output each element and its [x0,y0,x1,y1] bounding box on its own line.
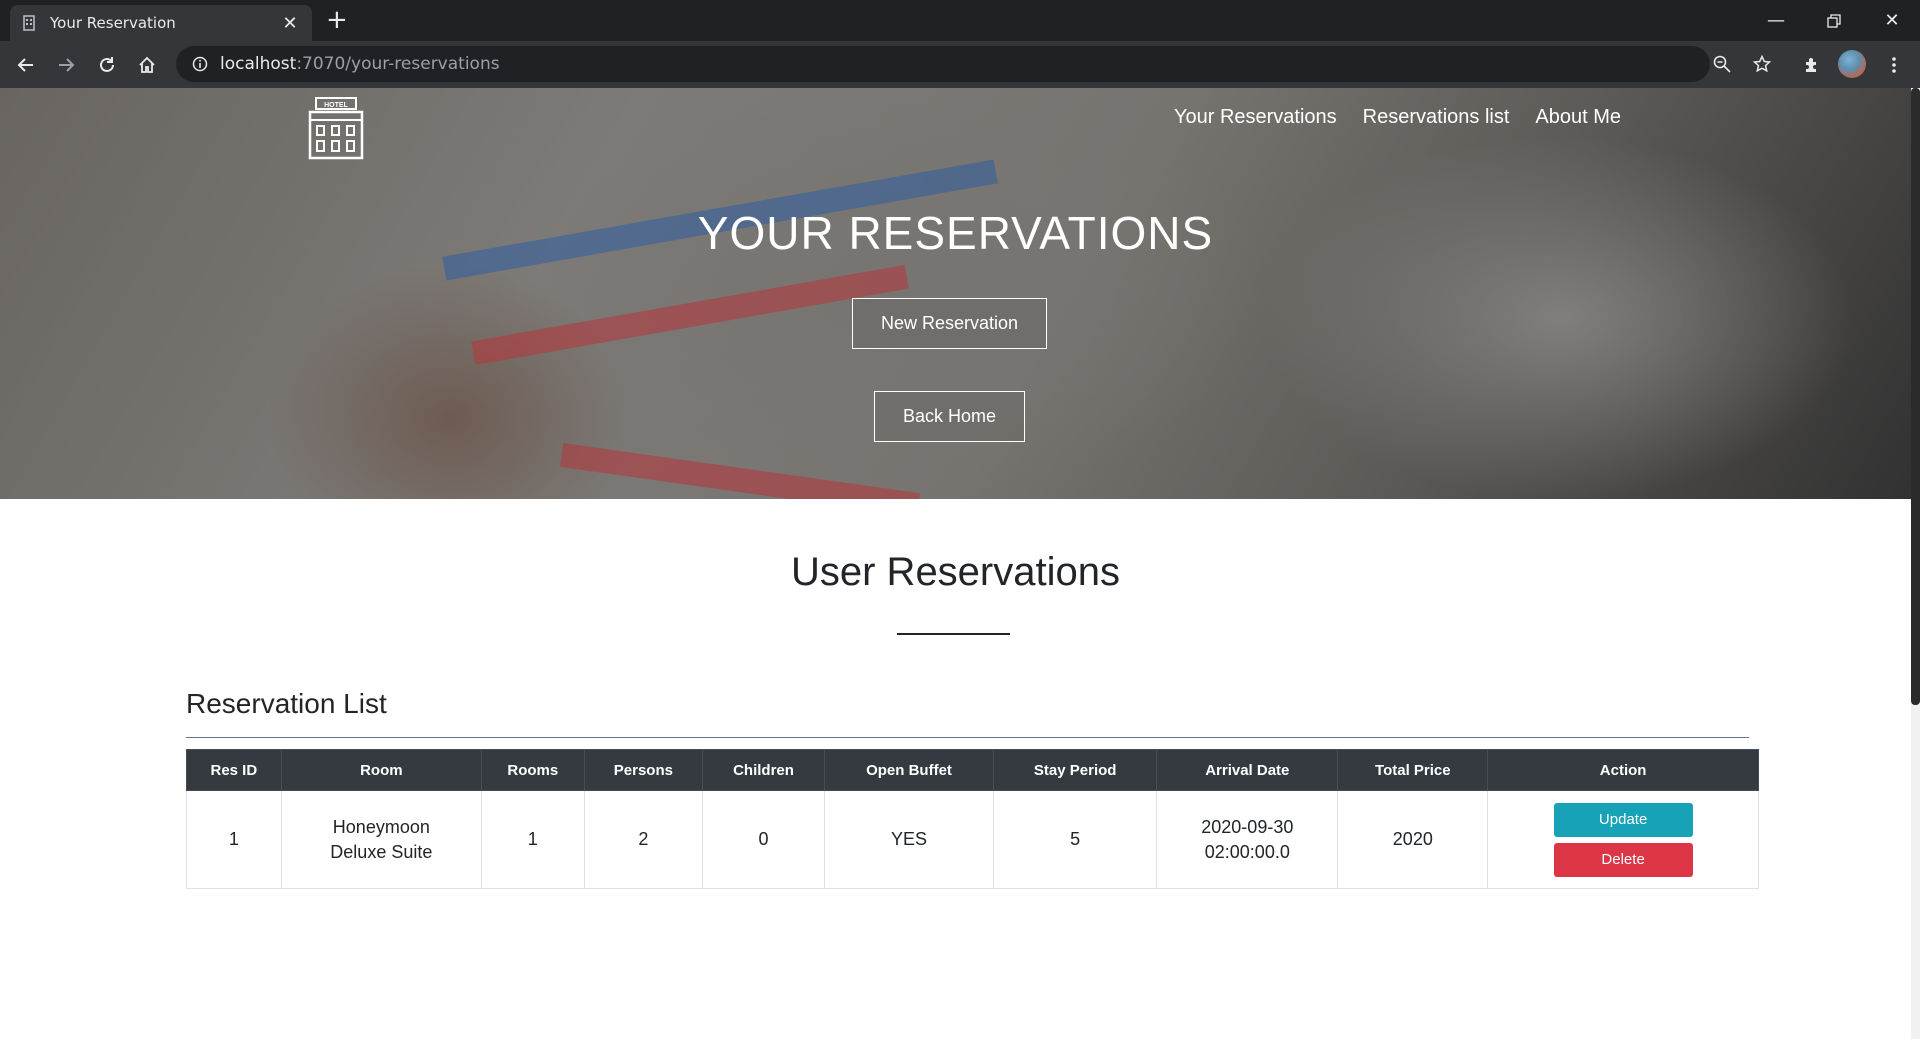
url-host: localhost [220,54,297,74]
cell-arrival-date-line1: 2020-09-30 [1201,816,1294,837]
svg-text:HOTEL: HOTEL [324,102,348,109]
reload-icon[interactable] [87,41,127,88]
reservations-table: Res ID Room Rooms Persons Children Open … [186,749,1759,889]
col-children: Children [702,749,825,791]
info-icon[interactable] [180,56,220,72]
cell-stay-period: 5 [993,790,1158,889]
nav-your-reservations[interactable]: Your Reservations [1174,106,1337,129]
col-arrival-date: Arrival Date [1156,749,1339,791]
cell-arrival-date: 2020-09-30 02:00:00.0 [1156,790,1339,889]
cell-action: Update Delete [1487,790,1759,889]
new-reservation-button[interactable]: New Reservation [852,298,1047,349]
url-path: :7070/your-reservations [296,54,500,74]
list-divider [186,737,1749,738]
col-stay-period: Stay Period [993,749,1158,791]
menu-icon[interactable] [1874,41,1914,88]
col-res-id: Res ID [186,749,282,791]
page-scrollbar[interactable] [1911,88,1920,1039]
nav-reservations-list[interactable]: Reservations list [1363,106,1510,129]
home-icon[interactable] [127,41,167,88]
page-viewport: HOTEL Your Reservations Reservations lis… [0,88,1920,1039]
star-icon[interactable] [1744,46,1780,82]
hero-banner: HOTEL Your Reservations Reservations lis… [0,88,1911,499]
forward-icon[interactable] [46,41,86,88]
col-room: Room [280,749,482,791]
col-total-price: Total Price [1337,749,1489,791]
new-tab-button[interactable]: + [326,7,348,33]
cell-arrival-date-line2: 02:00:00.0 [1204,841,1290,862]
col-open-buffet: Open Buffet [823,749,995,791]
back-icon[interactable] [6,41,46,88]
hotel-logo-icon: HOTEL [308,97,364,160]
table-row: 1 Honeymoon Deluxe Suite 1 2 0 YES 5 202… [186,790,1759,889]
col-rooms: Rooms [480,749,585,791]
cell-room-line1: Honeymoon [332,816,430,837]
scrollbar-thumb[interactable] [1911,88,1920,705]
tab-close-icon[interactable]: ✕ [280,13,300,34]
browser-tab[interactable]: Your Reservation ✕ [10,5,312,41]
back-home-button[interactable]: Back Home [874,391,1025,442]
cell-total-price: 2020 [1337,790,1489,889]
browser-toolbar: localhost:7070/your-reservations [0,41,1920,88]
restore-icon[interactable] [1806,0,1862,41]
cell-room: Honeymoon Deluxe Suite [280,790,482,889]
close-window-icon[interactable]: ✕ [1864,0,1920,41]
list-title: Reservation List [186,688,387,719]
nav-about-me[interactable]: About Me [1535,106,1621,129]
zoom-icon[interactable] [1704,46,1740,82]
cell-children: 0 [702,790,825,889]
section-title: User Reservations [790,550,1120,594]
main-nav: Your Reservations Reservations list Abou… [1174,106,1621,129]
background-ticket-shape [560,443,920,499]
title-divider [897,633,1010,635]
tab-title: Your Reservation [50,14,176,32]
browser-tabstrip: Your Reservation ✕ + — ✕ [0,0,1920,41]
minimize-icon[interactable]: — [1748,0,1804,41]
update-button[interactable]: Update [1553,802,1693,837]
cell-rooms: 1 [480,790,585,889]
delete-button[interactable]: Delete [1553,842,1693,877]
hero-title: YOUR RESERVATIONS [697,207,1214,259]
col-action: Action [1487,749,1759,791]
cell-res-id: 1 [186,790,282,889]
address-bar[interactable]: localhost:7070/your-reservations [176,46,1771,82]
col-persons: Persons [583,749,704,791]
profile-avatar[interactable] [1838,50,1866,78]
table-header-row: Res ID Room Rooms Persons Children Open … [186,749,1759,791]
cell-open-buffet: YES [823,790,995,889]
background-ticket-shape [471,264,909,366]
hotel-favicon-icon [23,15,35,31]
cell-room-line2: Deluxe Suite [330,841,433,862]
extensions-icon[interactable] [1792,41,1832,88]
cell-persons: 2 [583,790,704,889]
